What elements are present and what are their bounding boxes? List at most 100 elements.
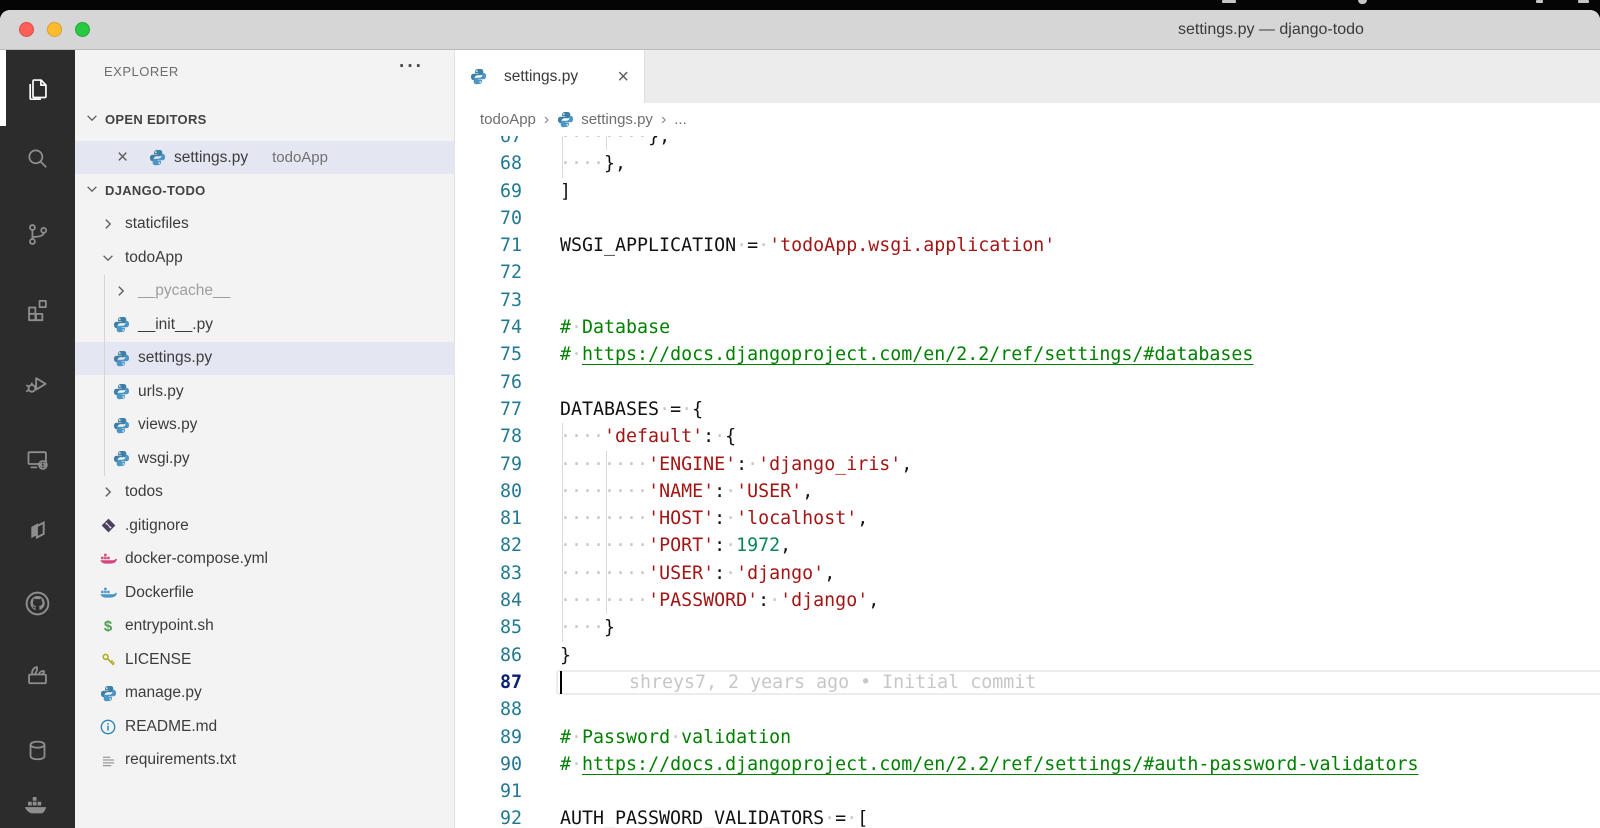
activity-run-debug[interactable] [0,360,75,406]
line-number: 78 [455,423,522,450]
activity-search[interactable] [0,135,75,181]
code-line-75[interactable]: 75#·https://docs.djangoproject.com/en/2.… [455,341,1600,368]
tree-item-entrypoint.sh[interactable]: $entrypoint.sh [75,610,454,644]
activity-source-control[interactable] [0,211,75,257]
chevron-right-icon [111,284,131,298]
breadcrumb-separator-icon: › [544,111,549,129]
python-icon [111,450,131,467]
tree-item-wsgi.py[interactable]: wsgi.py [75,442,454,476]
line-number: 82 [455,532,522,559]
code-line-80[interactable]: 80········'NAME':·'USER', [455,478,1600,505]
line-number: 90 [455,751,522,778]
parallelogram-icon [24,517,51,544]
close-window-button[interactable] [19,22,34,37]
activity-remote-explorer[interactable] [0,436,75,482]
activity-database-extension[interactable] [0,727,75,773]
tree-item-todos[interactable]: todos [75,476,454,510]
code-line-78[interactable]: 78····'default':·{ [455,423,1600,450]
code-view[interactable]: 67········},68····},69]7071WSGI_APPLICAT… [455,136,1600,828]
code-line-68[interactable]: 68····}, [455,150,1600,177]
chevron-down-icon [98,251,118,265]
tree-item-requirements.txt[interactable]: requirements.txt [75,744,454,778]
python-icon [111,383,131,400]
line-number: 79 [455,451,522,478]
code-line-90[interactable]: 90#·https://docs.djangoproject.com/en/2.… [455,751,1600,778]
tree-item-label: manage.py [125,684,202,702]
workspace-header[interactable]: DJANGO-TODO [75,174,454,207]
tree-item-manage.py[interactable]: manage.py [75,677,454,711]
tree-item-label: staticfiles [125,215,189,233]
tree-item-settings.py[interactable]: settings.py [75,342,454,376]
tree-item-staticfiles[interactable]: staticfiles [75,208,454,242]
tree-item-label: LICENSE [125,651,191,669]
code-line-67[interactable]: 67········}, [455,136,1600,150]
code-line-81[interactable]: 81········'HOST':·'localhost', [455,505,1600,532]
code-line-86[interactable]: 86} [455,642,1600,669]
code-text: } [560,642,571,669]
code-line-92[interactable]: 92AUTH_PASSWORD_VALIDATORS·=·[ [455,805,1600,828]
code-text: AUTH_PASSWORD_VALIDATORS·=·[ [560,805,868,828]
menu-icon-fragment [1222,0,1236,3]
code-line-82[interactable]: 82········'PORT':·1972, [455,532,1600,559]
minimize-window-button[interactable] [47,22,62,37]
activity-docker-extension[interactable] [0,785,75,828]
code-line-72[interactable]: 72 [455,259,1600,286]
docker-whale-icon [23,796,53,820]
breadcrumb-item-todoApp[interactable]: todoApp [480,111,536,128]
close-editor-icon[interactable]: × [117,151,131,165]
code-line-74[interactable]: 74#·Database [455,314,1600,341]
activity-github[interactable] [0,580,75,626]
git-blame-annotation: shreys7, 2 years ago • Initial commit [629,669,1036,696]
tab-close-icon[interactable]: × [617,67,629,87]
tree-item-views.py[interactable]: views.py [75,409,454,443]
open-editors-header[interactable]: OPEN EDITORS [75,103,454,136]
window-title: settings.py — django-todo [1178,10,1364,50]
tree-item-README.md[interactable]: README.md [75,710,454,744]
code-text: ········'PASSWORD':·'django', [560,587,879,614]
code-line-69[interactable]: 69] [455,178,1600,205]
activity-explorer[interactable] [0,65,75,111]
breadcrumb-item-settings.py[interactable]: settings.py [557,111,653,128]
menu-icon-fragment [1358,0,1367,4]
tree-item-.gitignore[interactable]: .gitignore [75,509,454,543]
tree-indent-guide [104,275,105,476]
explorer-sidebar: EXPLORER ··· OPEN EDITORS ×settings.pyto… [75,50,455,828]
code-line-73[interactable]: 73 [455,287,1600,314]
activity-slanted-extension[interactable] [0,507,75,553]
docker-pink-icon [98,552,118,566]
code-line-89[interactable]: 89#·Password·validation [455,724,1600,751]
tree-item-todoApp[interactable]: todoApp [75,241,454,275]
maximize-window-button[interactable] [75,22,90,37]
code-line-84[interactable]: 84········'PASSWORD':·'django', [455,587,1600,614]
code-line-70[interactable]: 70 [455,205,1600,232]
line-number: 68 [455,150,522,177]
activity-extensions[interactable] [0,286,75,332]
activity-toolbox-extension[interactable] [0,651,75,697]
tree-item-__init__.py[interactable]: __init__.py [75,308,454,342]
open-editor-settings.py[interactable]: ×settings.pytodoApp [75,141,454,174]
tree-item-LICENSE[interactable]: LICENSE [75,643,454,677]
code-line-79[interactable]: 79········'ENGINE':·'django_iris', [455,451,1600,478]
line-number: 89 [455,724,522,751]
code-line-87[interactable]: 87 shreys7, 2 years ago • Initial commit [455,669,1600,696]
code-line-71[interactable]: 71WSGI_APPLICATION·=·'todoApp.wsgi.appli… [455,232,1600,259]
code-line-88[interactable]: 88 [455,696,1600,723]
line-number: 77 [455,396,522,423]
github-icon [23,589,52,618]
line-number: 87 [455,669,522,696]
code-line-85[interactable]: 85····} [455,614,1600,641]
tree-item-docker-compose.yml[interactable]: docker-compose.yml [75,543,454,577]
more-actions-icon[interactable]: ··· [399,56,424,78]
tree-item-Dockerfile[interactable]: Dockerfile [75,576,454,610]
breadcrumb-item-...[interactable]: ... [674,111,687,128]
tab-settings-py[interactable]: settings.py × [455,50,645,103]
info-icon [98,719,118,735]
breadcrumb: todoApp›settings.py›... [455,103,1600,136]
chevron-right-icon [98,217,118,231]
code-line-91[interactable]: 91 [455,778,1600,805]
code-line-77[interactable]: 77DATABASES·=·{ [455,396,1600,423]
code-line-83[interactable]: 83········'USER':·'django', [455,560,1600,587]
tree-item-__pycache__[interactable]: __pycache__ [75,275,454,309]
tree-item-urls.py[interactable]: urls.py [75,375,454,409]
code-line-76[interactable]: 76 [455,369,1600,396]
